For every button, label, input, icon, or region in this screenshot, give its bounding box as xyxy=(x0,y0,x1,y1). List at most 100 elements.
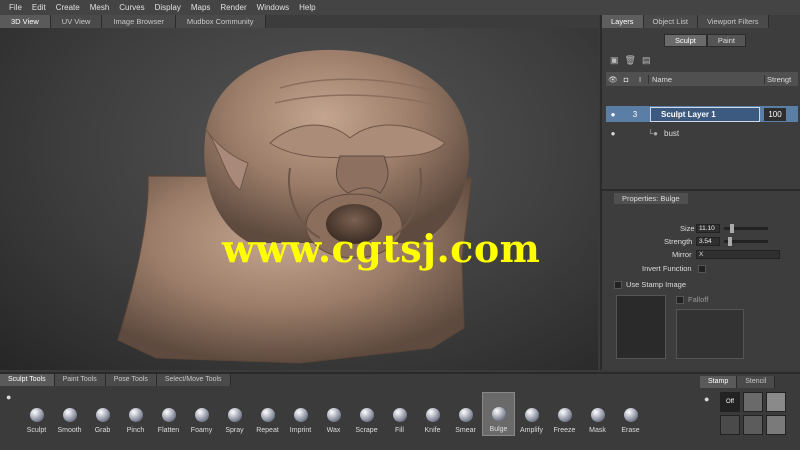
invert-function-checkbox[interactable] xyxy=(698,264,706,273)
imprint-icon xyxy=(293,408,308,422)
layer-name-field[interactable]: Sculpt Layer 1 xyxy=(650,106,760,122)
flatten-icon xyxy=(161,408,176,422)
tab-paint-tools[interactable]: Paint Tools xyxy=(54,374,106,386)
name-column-header[interactable]: Name xyxy=(648,74,764,84)
stamp-thumbnail[interactable] xyxy=(766,392,786,412)
tool-grab[interactable]: Grab xyxy=(86,392,119,436)
menu-curves[interactable]: Curves xyxy=(114,0,149,15)
tab-stamp[interactable]: Stamp xyxy=(700,376,738,388)
stamp-thumbnail[interactable] xyxy=(743,415,763,435)
menu-create[interactable]: Create xyxy=(51,0,85,15)
menu-edit[interactable]: Edit xyxy=(27,0,51,15)
stamp-thumbnail[interactable] xyxy=(720,415,740,435)
knife-icon xyxy=(425,408,440,422)
tool-smear[interactable]: Smear xyxy=(449,392,482,436)
stamp-thumbnail[interactable] xyxy=(743,392,763,412)
size-value-field[interactable]: 11.10 xyxy=(696,224,720,233)
paint-mode-button[interactable]: Paint xyxy=(706,34,746,47)
lock-column-icon: ◘ xyxy=(623,74,629,84)
tab-select-move-tools[interactable]: Select/Move Tools xyxy=(156,374,231,386)
size-label: Size xyxy=(680,224,695,233)
properties-title: Properties: Bulge xyxy=(614,193,688,204)
tab-layers[interactable]: Layers xyxy=(602,15,644,28)
tab-3d-view[interactable]: 3D View xyxy=(0,15,51,28)
tab-stencil[interactable]: Stencil xyxy=(737,376,776,388)
falloff-curve-editor[interactable] xyxy=(676,309,744,359)
eye-icon[interactable]: ● xyxy=(606,129,620,138)
size-slider[interactable] xyxy=(724,224,768,233)
bulge-icon xyxy=(491,407,506,421)
wax-icon xyxy=(326,408,341,422)
tab-mudbox-community[interactable]: Mudbox Community xyxy=(175,15,266,28)
tool-pinch[interactable]: Pinch xyxy=(119,392,152,436)
tab-sculpt-tools[interactable]: Sculpt Tools xyxy=(0,374,55,386)
tool-bulge[interactable]: Bulge xyxy=(482,392,515,436)
tool-mask[interactable]: Mask xyxy=(581,392,614,436)
tool-imprint[interactable]: Imprint xyxy=(284,392,317,436)
tab-pose-tools[interactable]: Pose Tools xyxy=(105,374,157,386)
tray-options-icon[interactable]: ● xyxy=(6,392,11,402)
amplify-icon xyxy=(524,408,539,422)
layer-row[interactable]: ● 3 Sculpt Layer 1 100 xyxy=(606,106,798,122)
tab-object-list[interactable]: Object List xyxy=(643,15,698,28)
layer-list-header: 👁 ◘ I Name Strengt xyxy=(606,72,798,86)
tool-repeat[interactable]: Repeat xyxy=(251,392,284,436)
stamp-off-thumbnail[interactable]: Off xyxy=(720,392,740,412)
tool-erase[interactable]: Erase xyxy=(614,392,647,436)
new-layer-icon[interactable]: ▣ xyxy=(610,55,619,66)
menu-render[interactable]: Render xyxy=(215,0,251,15)
menu-windows[interactable]: Windows xyxy=(252,0,294,15)
stamp-thumbnails: Off xyxy=(720,392,786,435)
scrape-icon xyxy=(359,408,374,422)
strength-value-field[interactable]: 3.54 xyxy=(696,237,720,246)
tool-tray: Sculpt Tools Paint Tools Pose Tools Sele… xyxy=(0,372,800,450)
layer-strength-field[interactable]: 100 xyxy=(764,107,786,121)
base-layer-icon: └● xyxy=(647,128,659,138)
layer-row[interactable]: ● └● bust xyxy=(606,126,798,140)
tool-smooth[interactable]: Smooth xyxy=(53,392,86,436)
tool-foamy[interactable]: Foamy xyxy=(185,392,218,436)
invert-function-label: Invert Function xyxy=(642,264,692,273)
stamp-thumbnail[interactable] xyxy=(766,415,786,435)
tool-fill[interactable]: Fill xyxy=(383,392,416,436)
strength-column-header[interactable]: Strengt xyxy=(764,74,791,84)
strength-slider[interactable] xyxy=(724,237,768,246)
stamp-preview[interactable] xyxy=(616,295,666,359)
tab-image-browser[interactable]: Image Browser xyxy=(102,15,176,28)
tool-spray[interactable]: Spray xyxy=(218,392,251,436)
tool-amplify[interactable]: Amplify xyxy=(515,392,548,436)
sculpt-mode-button[interactable]: Sculpt xyxy=(664,34,707,47)
menu-display[interactable]: Display xyxy=(150,0,186,15)
tab-viewport-filters[interactable]: Viewport Filters xyxy=(697,15,769,28)
tool-scrape[interactable]: Scrape xyxy=(350,392,383,436)
menu-mesh[interactable]: Mesh xyxy=(85,0,115,15)
mask-icon xyxy=(590,408,605,422)
tool-knife[interactable]: Knife xyxy=(416,392,449,436)
strength-label: Strength xyxy=(664,237,693,246)
layer-options-icon[interactable]: ▤ xyxy=(642,55,651,66)
sculpt-tools-list: Sculpt Smooth Grab Pinch Flatten Foamy S… xyxy=(20,392,647,436)
eye-icon[interactable]: ● xyxy=(606,110,620,119)
tool-sculpt[interactable]: Sculpt xyxy=(20,392,53,436)
menu-maps[interactable]: Maps xyxy=(186,0,216,15)
tool-flatten[interactable]: Flatten xyxy=(152,392,185,436)
layer-toolbar: ▣ 🗑 ▤ xyxy=(610,55,650,66)
tab-uv-view[interactable]: UV View xyxy=(50,15,103,28)
watermark-text: www.cgtsj.com xyxy=(222,226,541,271)
falloff-checkbox[interactable] xyxy=(676,295,684,304)
pinch-icon xyxy=(128,408,143,422)
use-stamp-checkbox[interactable] xyxy=(614,280,622,289)
menu-help[interactable]: Help xyxy=(294,0,320,15)
grab-icon xyxy=(95,408,110,422)
menu-file[interactable]: File xyxy=(4,0,27,15)
tool-freeze[interactable]: Freeze xyxy=(548,392,581,436)
viewport-3d[interactable]: www.cgtsj.com xyxy=(0,28,598,370)
delete-layer-icon[interactable]: 🗑 xyxy=(625,55,636,66)
tool-wax[interactable]: Wax xyxy=(317,392,350,436)
mirror-dropdown[interactable]: X xyxy=(696,250,780,259)
layer-mode-toggle: Sculpt Paint xyxy=(664,34,746,47)
stamp-options-icon[interactable]: ● xyxy=(704,394,709,404)
fill-icon xyxy=(392,408,407,422)
visibility-column-icon: 👁 xyxy=(608,74,618,84)
properties-panel: Properties: Bulge Size 11.10 Strength 3.… xyxy=(600,189,800,370)
